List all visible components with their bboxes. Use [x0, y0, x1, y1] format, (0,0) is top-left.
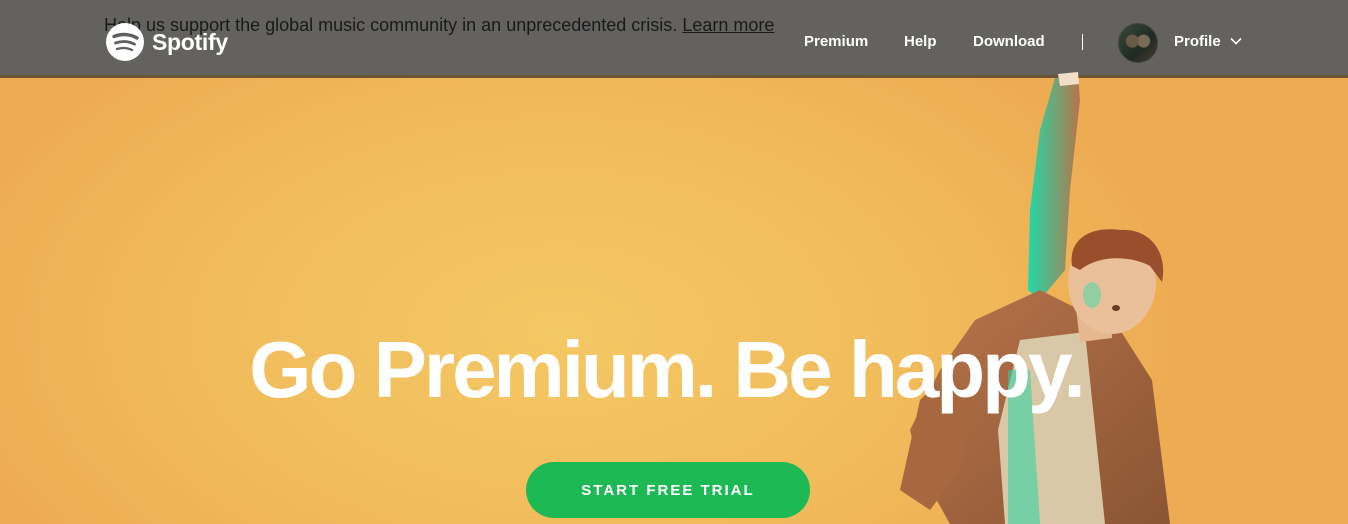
nav-help[interactable]: Help: [904, 33, 937, 50]
profile-label: Profile: [1174, 33, 1221, 50]
hero-headline-text: Go Premium. Be happy.: [249, 325, 1085, 414]
hero-person-image: [900, 72, 1170, 524]
hero-headline: Go Premium. Be happy.: [0, 325, 1348, 415]
nav-divider: [1082, 34, 1083, 50]
nav-premium[interactable]: Premium: [804, 33, 868, 50]
start-free-trial-button[interactable]: START FREE TRIAL: [526, 462, 810, 518]
nav-download[interactable]: Download: [973, 33, 1045, 50]
chevron-down-icon: [1230, 37, 1242, 45]
profile-menu[interactable]: Profile: [1174, 33, 1242, 50]
learn-more-link[interactable]: Learn more: [682, 15, 774, 35]
avatar[interactable]: [1118, 23, 1158, 63]
